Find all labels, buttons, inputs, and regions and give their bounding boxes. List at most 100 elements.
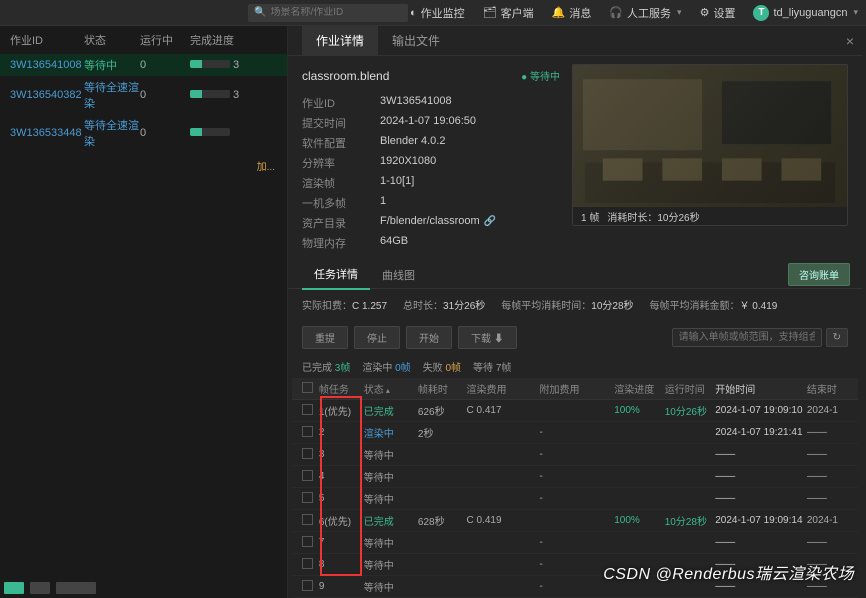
frame-row[interactable]: 1(优先)已完成626秒C 0.417100%10分26秒2024-1-07 1… [292, 400, 858, 422]
cell-end: —— [807, 449, 848, 460]
job-row[interactable]: 3W136540382等待全速渲染0 3 [0, 76, 287, 114]
frame-filter-input[interactable] [672, 328, 822, 347]
detail-info: classroom.blend 等待中 作业ID3W136541008提交时间2… [302, 64, 560, 253]
detail-val: 2024-1-07 19:06:50 [380, 115, 476, 131]
bottom-controls[interactable] [4, 582, 96, 594]
preview-image[interactable] [573, 65, 847, 207]
frame-row[interactable]: 2渲染中2秒-2024-1-07 19:21:41—— [292, 422, 858, 444]
detail-panel: 作业详情输出文件 × classroom.blend 等待中 作业ID3W136… [288, 26, 866, 598]
stat-avg-k: 每帧平均消耗时间： [501, 301, 591, 312]
job-col-运行中[interactable]: 运行中 [140, 32, 190, 48]
job-running: 0 [140, 59, 190, 71]
select-all-checkbox[interactable] [302, 382, 313, 393]
frame-filter-button[interactable]: ↻ [826, 328, 848, 347]
cell-start: —— [715, 537, 807, 548]
rerender-button[interactable]: 重提 [302, 326, 348, 349]
cell-gpu: - [539, 427, 614, 438]
file-name: classroom.blend [302, 69, 389, 83]
grid-col-状态[interactable]: 状态 [364, 381, 418, 396]
cell-start: —— [715, 449, 807, 460]
job-col-完成进度[interactable]: 完成进度 [190, 32, 250, 48]
count-label: 渲染中 [362, 363, 395, 374]
cell-start: —— [715, 471, 807, 482]
job-col-作业ID[interactable]: 作业ID [10, 32, 84, 48]
job-list-more[interactable]: 加... [0, 152, 287, 179]
grid-col-开始时间[interactable]: 开始时间 [715, 381, 807, 396]
frame-row[interactable]: 9等待中-———— [292, 576, 858, 598]
frame-row[interactable]: 7等待中-———— [292, 532, 858, 554]
subtab-曲线图[interactable]: 曲线图 [370, 261, 427, 289]
cell-start: 2024-1-07 19:21:41 [715, 427, 807, 438]
topmenu-作业监控[interactable]: ◐作业监控 [410, 5, 465, 21]
grid-col-帧耗时[interactable]: 帧耗时 [418, 381, 467, 396]
search-input[interactable] [270, 7, 402, 18]
row-checkbox[interactable] [302, 558, 313, 569]
top-menu: ◐作业监控 🗂客户端 🔔消息 🎧 人工服务 ⚙设置 Ttd_liyuguangcn [410, 5, 858, 21]
row-checkbox[interactable] [302, 536, 313, 547]
grid-col-运行时间[interactable]: 运行时间 [665, 381, 715, 396]
download-button[interactable]: 下载 ⬇ [458, 326, 517, 349]
cell-cost: C 0.417 [467, 405, 540, 416]
cell-task: 1(优先) [319, 403, 364, 418]
cell-gpu: - [539, 537, 614, 548]
cell-task: 2 [319, 427, 364, 438]
detail-key: 分辨率 [302, 155, 380, 171]
detail-key: 渲染帧 [302, 175, 380, 191]
topmenu-设置[interactable]: ⚙设置 [700, 5, 736, 21]
close-icon[interactable]: × [846, 33, 854, 49]
stat-avgcost-v: ￥ 0.419 [740, 301, 778, 312]
job-progress [190, 127, 250, 139]
job-row[interactable]: 3W136533448等待全速渲染0 [0, 114, 287, 152]
grid-col-帧任务[interactable]: 帧任务 [319, 381, 364, 396]
tab-输出文件[interactable]: 输出文件 [378, 26, 454, 55]
frame-row[interactable]: 4等待中-———— [292, 466, 858, 488]
animation-preview-button[interactable]: 咨询账单 [788, 263, 850, 286]
row-checkbox[interactable] [302, 492, 313, 503]
grid-col-结束时[interactable]: 结束时 [807, 381, 848, 396]
topmenu-消息[interactable]: 🔔消息 [552, 5, 592, 21]
menu-label: 人工服务 [627, 5, 671, 21]
detail-val: 3W136541008 [380, 95, 452, 111]
frame-counts: 已完成 3帧渲染中 0帧失败 0帧等待 7帧 [288, 355, 862, 378]
subtab-任务详情[interactable]: 任务详情 [302, 260, 370, 290]
row-checkbox[interactable] [302, 404, 313, 415]
cell-status: 已完成 [364, 513, 418, 528]
row-checkbox[interactable] [302, 514, 313, 525]
link-icon[interactable]: 🔗 [484, 216, 496, 227]
job-row[interactable]: 3W136541008等待中0 3 [0, 54, 287, 76]
start-button[interactable]: 开始 [406, 326, 452, 349]
frame-row[interactable]: 8等待中-———— [292, 554, 858, 576]
frame-row[interactable]: 3等待中-———— [292, 444, 858, 466]
row-checkbox[interactable] [302, 470, 313, 481]
search-box[interactable]: 🔍 [248, 4, 408, 22]
grid-col-渲染进度[interactable]: 渲染进度 [614, 381, 664, 396]
sub-tabs: 任务详情曲线图 咨询账单 [288, 261, 862, 289]
stat-total-v: 31分26秒 [443, 301, 485, 312]
row-checkbox[interactable] [302, 580, 313, 591]
frame-filter: ↻ [672, 328, 848, 347]
preview-box: 1 帧 消耗时长：10分26秒 [572, 64, 848, 226]
cell-task: 7 [319, 537, 364, 548]
cell-run: 10分26秒 [665, 403, 715, 418]
tab-作业详情[interactable]: 作业详情 [302, 26, 378, 55]
frame-row[interactable]: 6(优先)已完成628秒C 0.419100%10分28秒2024-1-07 1… [292, 510, 858, 532]
job-list-header: 作业ID状态运行中完成进度 [0, 26, 287, 54]
grid-col-附加费用[interactable]: 附加费用 [539, 381, 614, 396]
job-col-状态[interactable]: 状态 [84, 32, 140, 48]
topmenu-人工服务[interactable]: 🎧 人工服务 [609, 5, 681, 21]
cell-status: 等待中 [364, 491, 418, 506]
cell-end: —— [807, 493, 848, 504]
job-progress: 3 [190, 59, 250, 71]
topmenu-客户端[interactable]: 🗂客户端 [483, 5, 534, 21]
cell-gpu: - [539, 449, 614, 460]
row-checkbox[interactable] [302, 426, 313, 437]
stop-button[interactable]: 停止 [354, 326, 400, 349]
detail-key: 提交时间 [302, 115, 380, 131]
stat-avg-v: 10分28秒 [591, 301, 633, 312]
grid-col-渲染费用[interactable]: 渲染费用 [467, 381, 540, 396]
frame-row[interactable]: 5等待中-———— [292, 488, 858, 510]
user-menu[interactable]: Ttd_liyuguangcn [753, 5, 858, 21]
menu-icon: 🎧 [609, 6, 623, 19]
job-status: 等待全速渲染 [84, 79, 140, 111]
row-checkbox[interactable] [302, 448, 313, 459]
